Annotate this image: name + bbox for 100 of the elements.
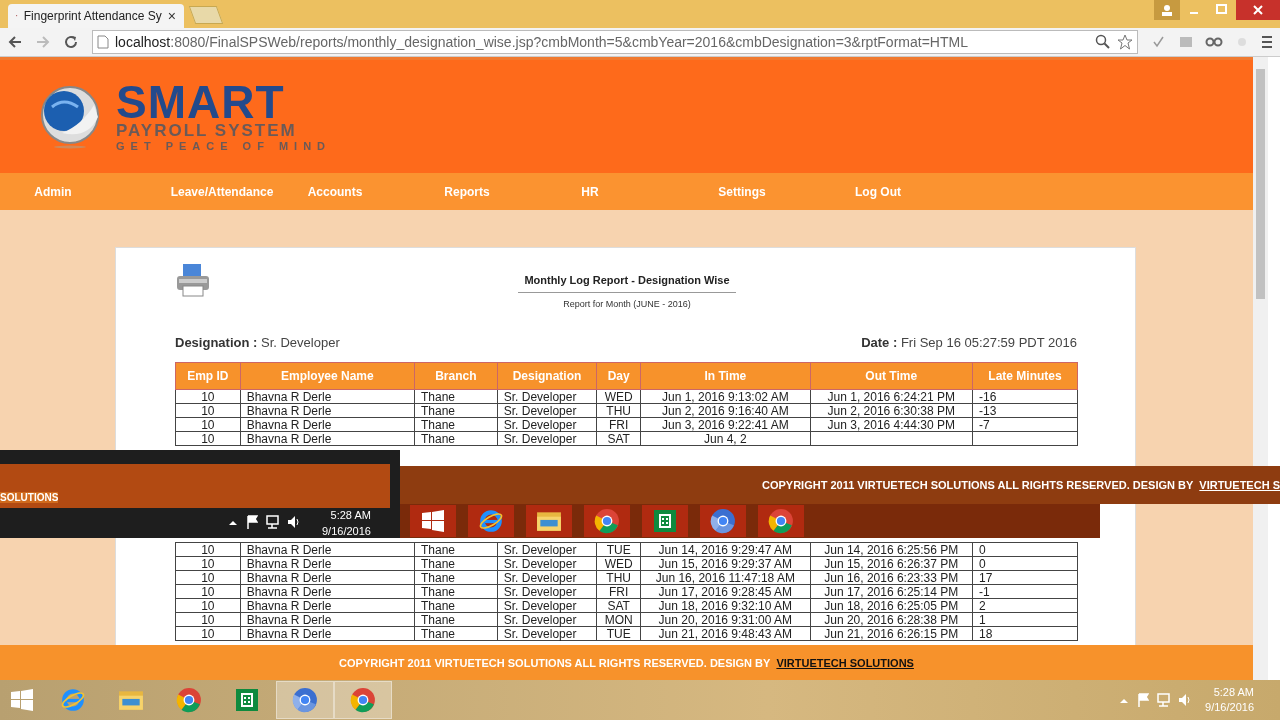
table-cell: Jun 20, 2016 6:28:38 PM <box>810 612 973 627</box>
column-header: In Time <box>640 362 811 390</box>
store-icon <box>653 509 677 533</box>
table-cell: Jun 20, 2016 9:31:00 AM <box>640 612 811 627</box>
table-cell: Thane <box>414 612 498 627</box>
table-cell: Thane <box>414 626 498 641</box>
glitch-text: COPYRIGHT 2011 VIRTUETECH SOLUTIONS ALL RIGHTS RESERVED. DESIGN BY <box>762 479 1194 491</box>
table-cell: Jun 2, 2016 9:16:40 AM <box>640 403 811 418</box>
taskbar-app[interactable] <box>334 681 392 719</box>
reload-icon[interactable] <box>64 35 78 49</box>
table-cell: -13 <box>972 403 1078 418</box>
chrome-icon <box>350 687 376 713</box>
table-cell: -7 <box>972 417 1078 432</box>
table-cell: TUE <box>596 626 641 641</box>
table-cell: MON <box>596 612 641 627</box>
designation-text: Designation : Sr. Developer <box>175 335 340 350</box>
taskbar-app[interactable] <box>276 681 334 719</box>
footer-link[interactable]: VIRTUETECH SOLUTIONS <box>776 656 914 669</box>
table-cell: THU <box>596 403 641 418</box>
table-cell: Sr. Developer <box>497 612 597 627</box>
column-header: Emp ID <box>175 362 241 390</box>
table-cell: TUE <box>596 542 641 557</box>
network-icon[interactable] <box>266 514 279 530</box>
table-cell: Jun 18, 2016 6:25:05 PM <box>810 598 973 613</box>
table-cell: Thane <box>414 556 498 571</box>
star-icon[interactable] <box>1117 34 1133 50</box>
table-cell: 10 <box>175 403 241 418</box>
windows-icon <box>422 510 444 532</box>
clock-time: 5:28 AM <box>330 508 371 523</box>
table-cell: Jun 3, 2016 9:22:41 AM <box>640 417 811 432</box>
table-cell: Bhavna R Derle <box>240 584 415 599</box>
clock-time: 5:28 AM <box>1213 685 1254 700</box>
table-cell: Thane <box>414 417 498 432</box>
report-subtitle: Report for Month (JUNE - 2016) <box>563 299 691 309</box>
nav-link[interactable]: Leave/Attendance <box>170 184 274 199</box>
back-icon[interactable] <box>8 35 22 49</box>
table-cell: Jun 3, 2016 4:44:30 PM <box>810 417 973 432</box>
date-text: Date : Fri Sep 16 05:27:59 PDT 2016 <box>861 335 1077 350</box>
table-cell: FRI <box>596 584 641 599</box>
table-cell: Sr. Developer <box>497 556 597 571</box>
report-title: Monthly Log Report - Designation Wise <box>518 274 736 293</box>
table-cell: Sr. Developer <box>497 389 597 404</box>
extension-icons[interactable] <box>1152 34 1272 50</box>
tab-title: Fingerprint Attendance Sy <box>23 9 162 23</box>
column-header: Day <box>596 362 641 390</box>
table-cell: 10 <box>175 612 241 627</box>
nav-link[interactable]: Reports <box>444 184 490 199</box>
close-icon[interactable] <box>1236 0 1280 20</box>
column-header: Employee Name <box>240 362 415 390</box>
nav-link[interactable]: Log Out <box>855 184 901 199</box>
table-cell: Bhavna R Derle <box>240 556 415 571</box>
column-header: Branch <box>414 362 498 390</box>
flag-icon[interactable] <box>246 514 258 530</box>
chrome-icon <box>710 508 736 534</box>
table-cell: Jun 21, 2016 9:48:43 AM <box>640 626 811 641</box>
table-cell: SAT <box>596 598 641 613</box>
chrome-icon <box>594 508 620 534</box>
nav-link[interactable]: Accounts <box>307 184 363 199</box>
table-cell: 10 <box>175 556 241 571</box>
table-cell: Jun 17, 2016 6:25:14 PM <box>810 584 973 599</box>
table-cell: Sr. Developer <box>497 542 597 557</box>
table-cell: FRI <box>596 417 641 432</box>
table-cell: SAT <box>596 431 641 446</box>
printer-icon[interactable] <box>175 262 211 298</box>
volume-icon[interactable] <box>287 514 300 530</box>
browser-icon <box>60 687 86 713</box>
table-cell: Jun 4, 2 <box>640 431 811 446</box>
clock-date: 9/16/2016 <box>322 524 371 539</box>
browser-tab[interactable]: Fingerprint Attendance Sy × <box>8 4 184 28</box>
table-cell: 10 <box>175 626 241 641</box>
glitch-link[interactable]: VIRTUETECH S <box>1199 479 1280 491</box>
tab-close-button[interactable]: × <box>167 8 176 24</box>
table-cell: Jun 21, 2016 6:26:15 PM <box>810 626 973 641</box>
chrome-icon <box>176 687 202 713</box>
table-cell: Sr. Developer <box>497 417 597 432</box>
table-cell: Sr. Developer <box>497 584 597 599</box>
table-cell: Bhavna R Derle <box>240 403 415 418</box>
table-cell: Jun 16, 2016 6:23:33 PM <box>810 570 973 585</box>
logo-title: SMART <box>116 81 285 122</box>
user-icon <box>1154 0 1180 20</box>
chrome-icon <box>768 508 794 534</box>
table-cell: Thane <box>414 389 498 404</box>
table-cell: Thane <box>414 584 498 599</box>
nav-link[interactable]: Settings <box>718 184 766 199</box>
table-cell: WED <box>596 556 641 571</box>
table-cell: 18 <box>972 626 1078 641</box>
table-cell: THU <box>596 570 641 585</box>
table-cell: Jun 14, 2016 6:25:56 PM <box>810 542 973 557</box>
nav-link[interactable]: HR <box>581 184 599 199</box>
logo-tagline: GET PEACE OF MIND <box>116 139 332 152</box>
zoom-icon[interactable] <box>1095 34 1111 50</box>
globe-logo-icon <box>38 84 102 149</box>
table-cell: Thane <box>414 570 498 585</box>
clock-date: 9/16/2016 <box>1205 700 1254 715</box>
table-cell: Sr. Developer <box>497 570 597 585</box>
address-field[interactable]: localhost:8080/FinalSPSWeb/reports/monthly_designation_wise.jsp?cmbMonth=5&cmbYear=2016&cmbDesignation=3&rptFormat=HTML <box>92 30 1138 54</box>
nav-link[interactable]: Admin <box>34 184 72 199</box>
table-cell: 10 <box>175 389 241 404</box>
glitch-text: SOLUTIONS <box>0 492 59 503</box>
table-cell: 10 <box>175 570 241 585</box>
